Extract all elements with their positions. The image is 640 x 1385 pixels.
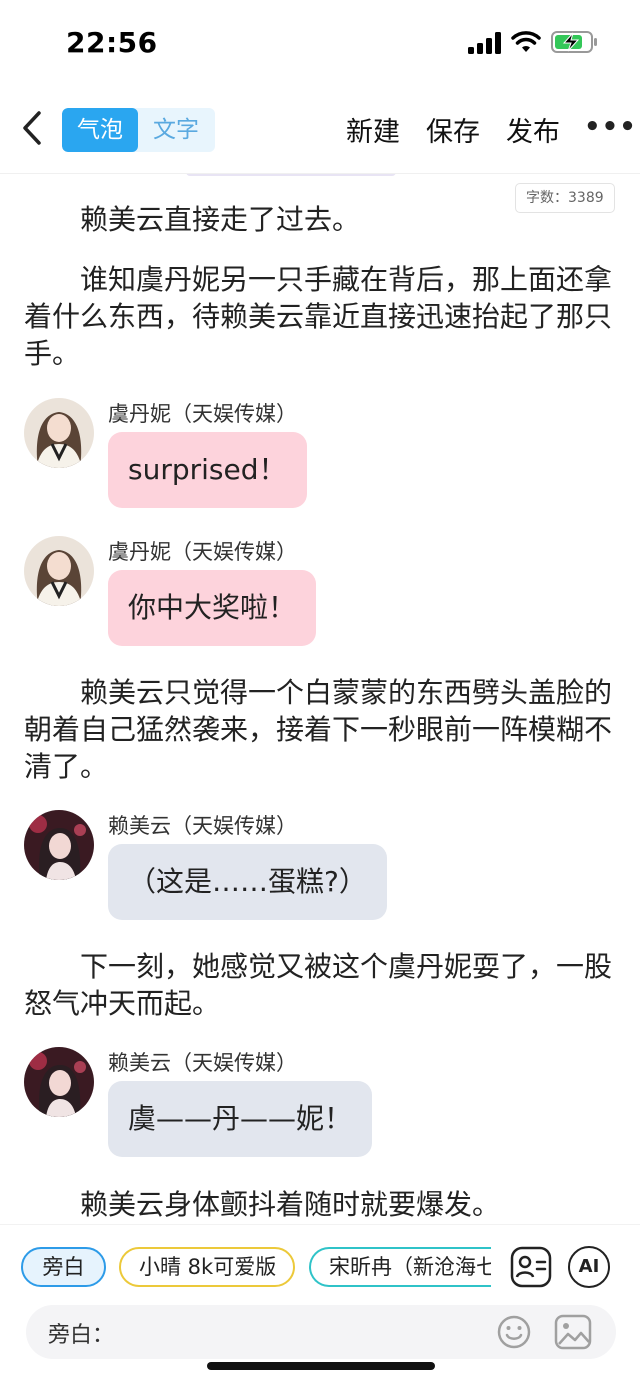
narration-paragraph[interactable]: 赖美云直接走了过去。	[24, 201, 616, 238]
speaker-name: 虞丹妮（天娱传媒）	[108, 402, 297, 426]
new-button[interactable]: 新建	[346, 110, 400, 149]
image-upload-icon[interactable]	[554, 1314, 592, 1350]
mode-toggle: 气泡 文字	[62, 108, 215, 152]
home-indicator	[207, 1362, 435, 1370]
narration-paragraph[interactable]: 下一刻，她感觉又被这个虞丹妮耍了，一股怒气冲天而起。	[24, 948, 616, 1022]
message-input-row: 旁白：	[26, 1305, 616, 1359]
speech-bubble[interactable]: 虞——丹——妮！	[108, 1081, 373, 1157]
battery-charging-icon	[551, 31, 597, 53]
tab-text[interactable]: 文字	[138, 108, 214, 152]
role-chip-character[interactable]: 宋昕冉（新沧海七	[309, 1247, 491, 1287]
cellular-signal-icon	[468, 32, 501, 54]
status-time: 22:56	[66, 26, 158, 59]
story-content[interactable]: 字数：3389 赖美云直接走了过去。 谁知虞丹妮另一只手藏在背后，那上面还拿着什…	[0, 174, 640, 1224]
more-options-icon[interactable]: •••	[584, 112, 637, 142]
speech-bubble[interactable]: 你中大奖啦！	[108, 570, 317, 646]
speaker-name: 虞丹妮（天娱传媒）	[108, 540, 297, 564]
speech-bubble[interactable]: surprised！	[108, 432, 307, 508]
emoji-icon[interactable]	[496, 1314, 532, 1350]
ai-assistant-icon[interactable]: AI	[568, 1246, 610, 1288]
previous-bubble-edge	[186, 174, 396, 176]
back-arrow-icon[interactable]	[18, 108, 48, 148]
speech-bubble[interactable]: （这是……蛋糕?）	[108, 844, 387, 920]
input-role-prefix: 旁白：	[48, 1323, 115, 1348]
tab-bubble[interactable]: 气泡	[62, 108, 138, 152]
editor-header: 气泡 文字 新建 保存 发布 •••	[0, 86, 640, 174]
status-bar: 22:56	[0, 0, 640, 86]
composer-panel: 旁白 小晴 8k可爱版 宋昕冉（新沧海七 AI 旁白：	[0, 1224, 640, 1385]
publish-button[interactable]: 发布	[506, 110, 560, 149]
wifi-icon	[511, 31, 541, 52]
avatar[interactable]	[24, 398, 94, 468]
save-button[interactable]: 保存	[426, 110, 480, 149]
character-card-icon[interactable]	[510, 1246, 552, 1288]
avatar[interactable]	[24, 810, 94, 880]
narration-paragraph[interactable]: 赖美云只觉得一个白蒙蒙的东西劈头盖脸的朝着自己猛然袭来，接着下一秒眼前一阵模糊不…	[24, 674, 616, 785]
message-input[interactable]	[110, 1313, 490, 1351]
narration-paragraph[interactable]: 谁知虞丹妮另一只手藏在背后，那上面还拿着什么东西，待赖美云靠近直接迅速抬起了那只…	[24, 261, 616, 372]
speaker-name: 赖美云（天娱传媒）	[108, 814, 297, 838]
avatar[interactable]	[24, 1047, 94, 1117]
speaker-name: 赖美云（天娱传媒）	[108, 1051, 297, 1075]
narration-paragraph[interactable]: 赖美云身体颤抖着随时就要爆发。	[24, 1186, 616, 1223]
role-chip-character[interactable]: 小晴 8k可爱版	[119, 1247, 295, 1287]
avatar[interactable]	[24, 536, 94, 606]
role-chip-narrator[interactable]: 旁白	[21, 1247, 106, 1287]
